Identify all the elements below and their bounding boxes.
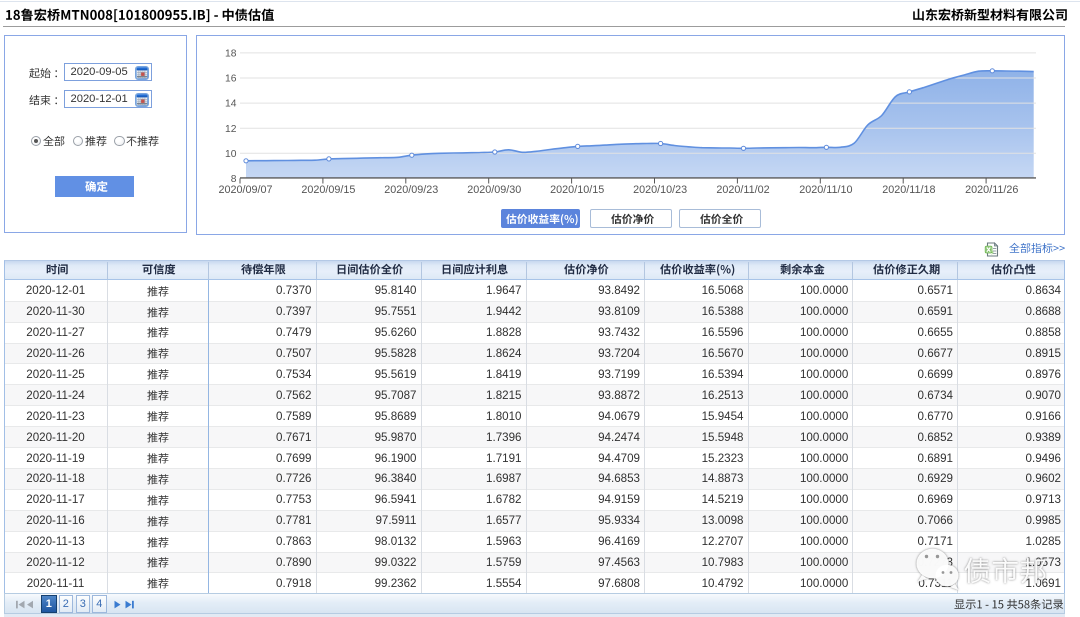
svg-text:2020/09/15: 2020/09/15 [301, 184, 355, 196]
svg-text:16: 16 [225, 74, 237, 85]
svg-text:12: 12 [225, 124, 237, 135]
svg-text:14: 14 [225, 99, 237, 110]
svg-text:2020/10/23: 2020/10/23 [633, 184, 687, 196]
svg-text:2020/09/23: 2020/09/23 [384, 184, 438, 196]
svg-text:2020/09/07: 2020/09/07 [218, 184, 272, 196]
svg-text:2020/09/30: 2020/09/30 [467, 184, 521, 196]
svg-text:18: 18 [225, 49, 237, 60]
svg-text:2020/11/10: 2020/11/10 [799, 184, 852, 196]
svg-text:10: 10 [225, 149, 237, 160]
svg-text:2020/11/26: 2020/11/26 [965, 184, 1018, 196]
svg-text:2020/10/15: 2020/10/15 [550, 184, 604, 196]
svg-text:2020/11/02: 2020/11/02 [716, 184, 769, 196]
svg-text:2020/11/18: 2020/11/18 [882, 184, 935, 196]
